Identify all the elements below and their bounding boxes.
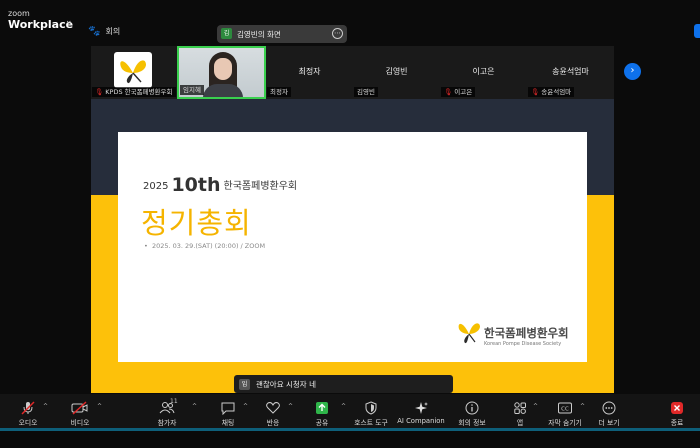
slide-org: 한국폼페병환우회 <box>223 181 298 192</box>
apps-icon <box>514 402 526 414</box>
participants-button[interactable]: 11 ^ 참가자 <box>142 398 197 427</box>
org-logo <box>114 52 152 88</box>
participant-name-tag: 🎙 송윤석엄마 <box>528 87 575 97</box>
participant-name: 이고은 <box>472 67 495 76</box>
chevron-up-icon[interactable]: ^ <box>43 403 48 410</box>
end-meeting-button[interactable]: 종료 <box>655 400 699 427</box>
audio-button[interactable]: ^ 오디오 <box>3 400 53 427</box>
participant-tile[interactable]: 송윤석엄마 🎙 송윤석엄마 <box>527 46 614 99</box>
more-options-icon[interactable]: ⋯ <box>332 28 343 39</box>
svg-text:CC: CC <box>561 407 569 413</box>
participant-name-tag: 임지혜 <box>180 85 204 95</box>
slide-date: • 2025. 03. 29.(SAT) (20:00) / ZOOM <box>144 242 266 250</box>
live-caption: 임 괜찮아요 시청자 네 <box>234 375 453 393</box>
participant-tile[interactable]: 최정자 최정자 <box>266 46 353 99</box>
paw-icon: 🐾 <box>88 26 101 37</box>
slide-heading: 2025 10th 한국폼페병환우회 <box>143 174 297 196</box>
meeting-menu[interactable]: 🐾 회의 <box>88 26 120 37</box>
participant-name-tag: 최정자 <box>267 87 291 97</box>
share-screen-icon <box>316 402 328 414</box>
participant-name: 김영빈 <box>385 67 408 76</box>
next-page-arrow-icon[interactable]: › <box>624 63 641 80</box>
participant-count: 11 <box>170 398 178 405</box>
more-button[interactable]: 더 보기 <box>584 400 634 427</box>
butterfly-logo-icon <box>456 318 482 350</box>
participant-name-tag: 🎙 KPDS 한국폼페병환우회 <box>92 87 176 97</box>
chat-icon <box>221 402 235 416</box>
mic-muted-icon: 🎙 <box>444 88 453 96</box>
chat-button[interactable]: ^ 채팅 <box>203 400 253 427</box>
sparkle-icon <box>415 402 428 414</box>
chevron-up-icon[interactable]: ^ <box>533 403 538 410</box>
chevron-up-icon[interactable]: ^ <box>97 403 102 410</box>
brand-big: Workplace <box>8 18 74 31</box>
chevron-up-icon[interactable]: ^ <box>288 403 293 410</box>
active-speaker-video[interactable]: 임지혜 <box>177 46 266 99</box>
participant-tile[interactable]: 김영빈 김영빈 <box>353 46 440 99</box>
screen-share-indicator[interactable]: 김 김영빈의 화면 ⋯ <box>217 25 347 43</box>
participant-name-tag: 🎙 이고은 <box>441 87 476 97</box>
info-icon <box>465 401 479 415</box>
taskbar-area <box>0 431 700 448</box>
sharing-label: 김영빈의 화면 <box>237 30 281 39</box>
participant-strip: 🎙 KPDS 한국폼페병환우회 임지혜 최정자 최정자 김영빈 김영빈 이고은 🎙… <box>91 46 614 99</box>
participant-name-tag: 김영빈 <box>354 87 378 97</box>
video-off-icon <box>71 401 88 415</box>
meeting-toolbar: ^ 오디오 ^ 비디오 11 ^ 참가자 ^ 채팅 ^ 반응 ^ 공유 호스트 … <box>0 394 700 428</box>
participant-name: 최정자 <box>298 67 321 76</box>
shield-icon <box>365 401 377 415</box>
caption-text: 괜찮아요 시청자 네 <box>256 380 316 389</box>
share-button[interactable]: ^ 공유 <box>297 400 347 427</box>
logo-korean-name: 한국폼페병환우회 <box>484 326 569 340</box>
chevron-up-icon[interactable]: ^ <box>192 403 197 410</box>
mic-muted-icon: 🎙 <box>531 88 540 96</box>
chevron-down-icon[interactable]: ⌄ <box>65 16 73 26</box>
slide-title: 정기총회 <box>141 206 252 240</box>
side-panel-handle[interactable] <box>694 24 700 38</box>
slide-edition: 10th <box>171 174 221 196</box>
mic-muted-icon: 🎙 <box>95 88 104 96</box>
participant-name: 송윤석엄마 <box>552 67 589 76</box>
slide-year: 2025 <box>143 181 169 192</box>
react-button[interactable]: ^ 반응 <box>248 400 298 427</box>
caption-speaker-avatar: 임 <box>239 379 250 390</box>
mic-muted-icon <box>21 401 35 415</box>
logo-english-name: Korean Pompe Disease Society <box>484 341 562 347</box>
heart-icon <box>266 402 280 414</box>
shared-screen: 2025 10th 한국폼페병환우회 정기총회 • 2025. 03. 29.(SA… <box>91 99 614 393</box>
meeting-label: 회의 <box>105 27 121 36</box>
brand-small: zoom <box>8 9 30 18</box>
hide-captions-button[interactable]: CC ^ 자막 숨기기 <box>540 400 590 427</box>
top-bar: zoom Workplace ⌄ 🐾 회의 김 김영빈의 화면 ⋯ <box>0 0 700 46</box>
ai-companion-button[interactable]: AI Companion <box>393 400 449 425</box>
video-button[interactable]: ^ 비디오 <box>55 400 105 427</box>
more-icon <box>602 401 616 415</box>
zoom-workplace-logo[interactable]: zoom Workplace <box>8 9 74 31</box>
captions-icon: CC <box>558 402 572 414</box>
meeting-info-button[interactable]: 회의 정보 <box>447 400 497 427</box>
host-tools-button[interactable]: 호스트 도구 <box>346 400 396 427</box>
presentation-slide: 2025 10th 한국폼페병환우회 정기총회 • 2025. 03. 29.(SA… <box>118 132 587 362</box>
apps-button[interactable]: ^ 앱 <box>495 400 545 427</box>
participant-tile[interactable]: 🎙 KPDS 한국폼페병환우회 <box>91 46 177 99</box>
sharer-avatar: 김 <box>221 28 232 39</box>
participant-tile[interactable]: 이고은 🎙 이고은 <box>440 46 527 99</box>
close-icon <box>671 402 683 414</box>
